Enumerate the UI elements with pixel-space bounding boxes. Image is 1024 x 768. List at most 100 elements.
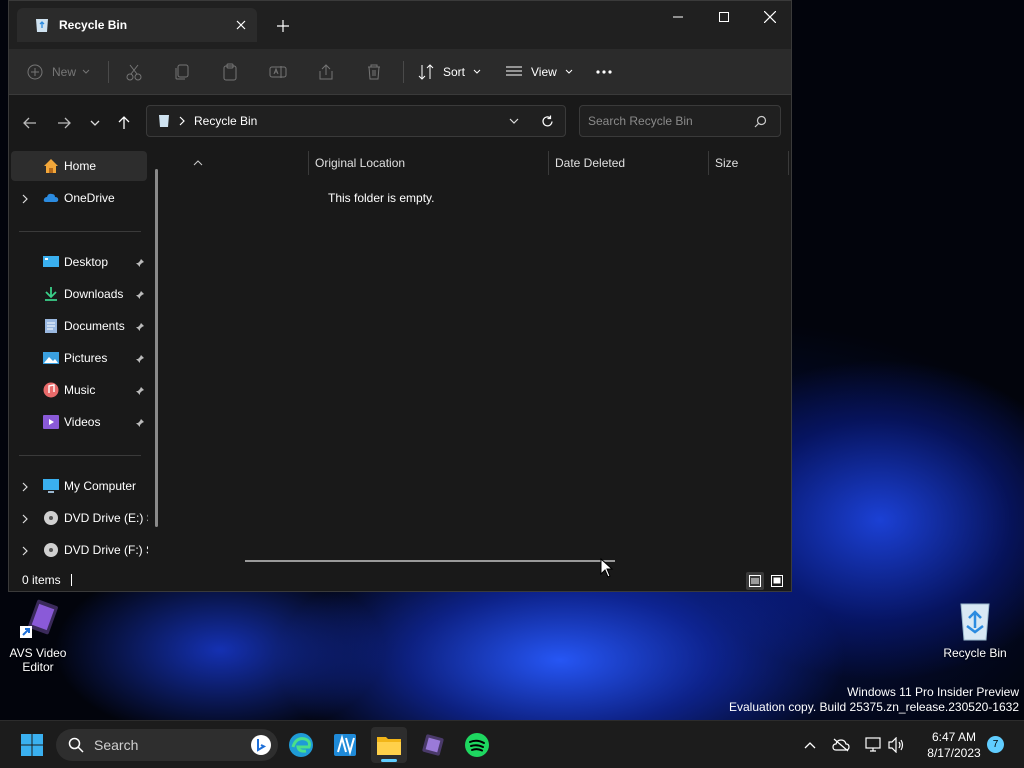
forward-button[interactable] bbox=[52, 111, 76, 135]
taskbar-file-explorer[interactable] bbox=[371, 727, 407, 763]
sidebar-item-dvd-drive-f-sa[interactable]: DVD Drive (F:) Sa bbox=[11, 535, 148, 565]
documents-icon bbox=[43, 318, 59, 334]
column-divider[interactable] bbox=[548, 151, 549, 175]
start-button[interactable] bbox=[14, 727, 50, 763]
edge-icon bbox=[289, 733, 313, 757]
sidebar-item-desktop[interactable]: Desktop bbox=[11, 247, 147, 277]
active-indicator bbox=[381, 759, 397, 762]
empty-folder-message: This folder is empty. bbox=[328, 191, 435, 205]
close-window-button[interactable] bbox=[747, 1, 793, 33]
column-divider[interactable] bbox=[308, 151, 309, 175]
horizontal-scrollbar[interactable] bbox=[245, 560, 615, 562]
clock[interactable]: 6:47 AM 8/17/2023 bbox=[916, 729, 992, 761]
recent-locations-button[interactable] bbox=[83, 111, 107, 135]
command-bar: New Sort View bbox=[9, 49, 791, 95]
copy-button[interactable] bbox=[173, 57, 191, 87]
rename-button[interactable] bbox=[269, 57, 287, 87]
volume-button[interactable] bbox=[886, 735, 906, 755]
network-icon bbox=[865, 737, 881, 752]
column-original-location[interactable]: Original Location bbox=[315, 151, 405, 175]
sidebar-item-onedrive[interactable]: OneDrive bbox=[11, 183, 147, 213]
sidebar-item-dvd-drive-e-sa[interactable]: DVD Drive (E:) Sa bbox=[11, 503, 148, 533]
close-tab-button[interactable] bbox=[229, 13, 253, 37]
view-button[interactable]: View bbox=[505, 57, 573, 87]
sidebar-item-label: My Computer bbox=[64, 479, 137, 493]
search-input[interactable] bbox=[588, 114, 748, 128]
minimize-icon bbox=[673, 16, 683, 18]
search-icon bbox=[68, 737, 84, 753]
sidebar-item-music[interactable]: Music bbox=[11, 375, 147, 405]
refresh-icon bbox=[542, 115, 553, 126]
column-divider[interactable] bbox=[788, 151, 789, 175]
paste-icon bbox=[223, 63, 237, 81]
sidebar-item-my-computer[interactable]: My Computer bbox=[11, 471, 147, 501]
minimize-button[interactable] bbox=[655, 1, 701, 33]
bing-icon bbox=[251, 735, 271, 755]
taskbar-video-app[interactable] bbox=[415, 727, 451, 763]
column-size[interactable]: Size bbox=[715, 151, 738, 175]
taskbar-spotify[interactable] bbox=[459, 727, 495, 763]
name-column-sort-indicator[interactable] bbox=[193, 151, 203, 175]
details-view-icon bbox=[749, 575, 761, 587]
chevron-right-icon[interactable] bbox=[21, 513, 31, 524]
paste-button[interactable] bbox=[221, 57, 239, 87]
status-divider bbox=[70, 573, 72, 586]
taskbar-search[interactable]: Search bbox=[56, 729, 278, 761]
videos-icon bbox=[43, 414, 59, 430]
pin-icon bbox=[135, 385, 145, 395]
address-bar[interactable]: Recycle Bin bbox=[146, 105, 566, 137]
sidebar-item-pictures[interactable]: Pictures bbox=[11, 343, 147, 373]
column-divider[interactable] bbox=[708, 151, 709, 175]
large-icons-view-button[interactable] bbox=[768, 572, 786, 590]
network-button[interactable] bbox=[862, 735, 882, 755]
recycle-bin-icon bbox=[159, 115, 169, 127]
chevron-down-icon bbox=[82, 69, 90, 74]
taskbar-avs[interactable] bbox=[327, 727, 363, 763]
chevron-right-icon[interactable] bbox=[21, 545, 31, 556]
notification-badge[interactable]: 7 bbox=[987, 736, 1004, 753]
sidebar-item-documents[interactable]: Documents bbox=[11, 311, 147, 341]
taskbar-edge[interactable] bbox=[283, 727, 319, 763]
up-button[interactable] bbox=[112, 111, 136, 135]
taskbar: Search 6:47 AM 8/17/2023 7 bbox=[0, 720, 1024, 768]
desktop-shortcut-avs-video-editor[interactable]: AVS Video Editor bbox=[0, 598, 76, 674]
tab-title: Recycle Bin bbox=[59, 18, 128, 32]
sidebar-item-home[interactable]: Home bbox=[11, 151, 147, 181]
sort-button[interactable]: Sort bbox=[417, 57, 481, 87]
maximize-button[interactable] bbox=[701, 1, 747, 33]
column-date-deleted[interactable]: Date Deleted bbox=[555, 151, 625, 175]
chevron-down-icon bbox=[565, 69, 573, 74]
maximize-icon bbox=[719, 12, 729, 22]
onedrive-status-button[interactable] bbox=[831, 735, 851, 755]
desktop-shortcut-recycle-bin[interactable]: Recycle Bin bbox=[937, 598, 1013, 660]
details-view-button[interactable] bbox=[746, 572, 764, 590]
new-button[interactable]: New bbox=[27, 57, 90, 87]
search-recycle-bin[interactable] bbox=[579, 105, 781, 137]
view-list-icon bbox=[506, 66, 522, 76]
chevron-right-icon[interactable] bbox=[21, 193, 31, 204]
cut-icon bbox=[126, 64, 142, 81]
back-button[interactable] bbox=[18, 111, 42, 135]
toolbar-divider bbox=[403, 61, 404, 83]
sidebar-item-videos[interactable]: Videos bbox=[11, 407, 147, 437]
title-bar[interactable]: Recycle Bin bbox=[9, 1, 791, 49]
navigation-pane: Home OneDrive Desktop Downloads Documents Pic… bbox=[9, 151, 159, 567]
video-app-icon bbox=[422, 734, 444, 756]
breadcrumb-recycle-bin[interactable]: Recycle Bin bbox=[194, 114, 257, 128]
share-button[interactable] bbox=[317, 57, 335, 87]
sidebar-divider bbox=[19, 231, 141, 232]
new-tab-button[interactable] bbox=[271, 14, 295, 38]
close-icon bbox=[764, 11, 776, 23]
sidebar-item-downloads[interactable]: Downloads bbox=[11, 279, 147, 309]
sidebar-scrollbar[interactable] bbox=[155, 169, 158, 527]
content-area: Home OneDrive Desktop Downloads Documents Pic… bbox=[9, 151, 791, 567]
cut-button[interactable] bbox=[125, 57, 143, 87]
more-options-button[interactable] bbox=[595, 57, 613, 87]
watermark-line-1: Windows 11 Pro Insider Preview bbox=[847, 685, 1019, 699]
toolbar-divider bbox=[108, 61, 109, 83]
show-hidden-icons-button[interactable] bbox=[800, 735, 820, 755]
chevron-right-icon[interactable] bbox=[21, 481, 31, 492]
delete-button[interactable] bbox=[365, 57, 383, 87]
tab-recycle-bin[interactable]: Recycle Bin bbox=[17, 8, 257, 42]
status-bar: 0 items bbox=[9, 567, 791, 592]
